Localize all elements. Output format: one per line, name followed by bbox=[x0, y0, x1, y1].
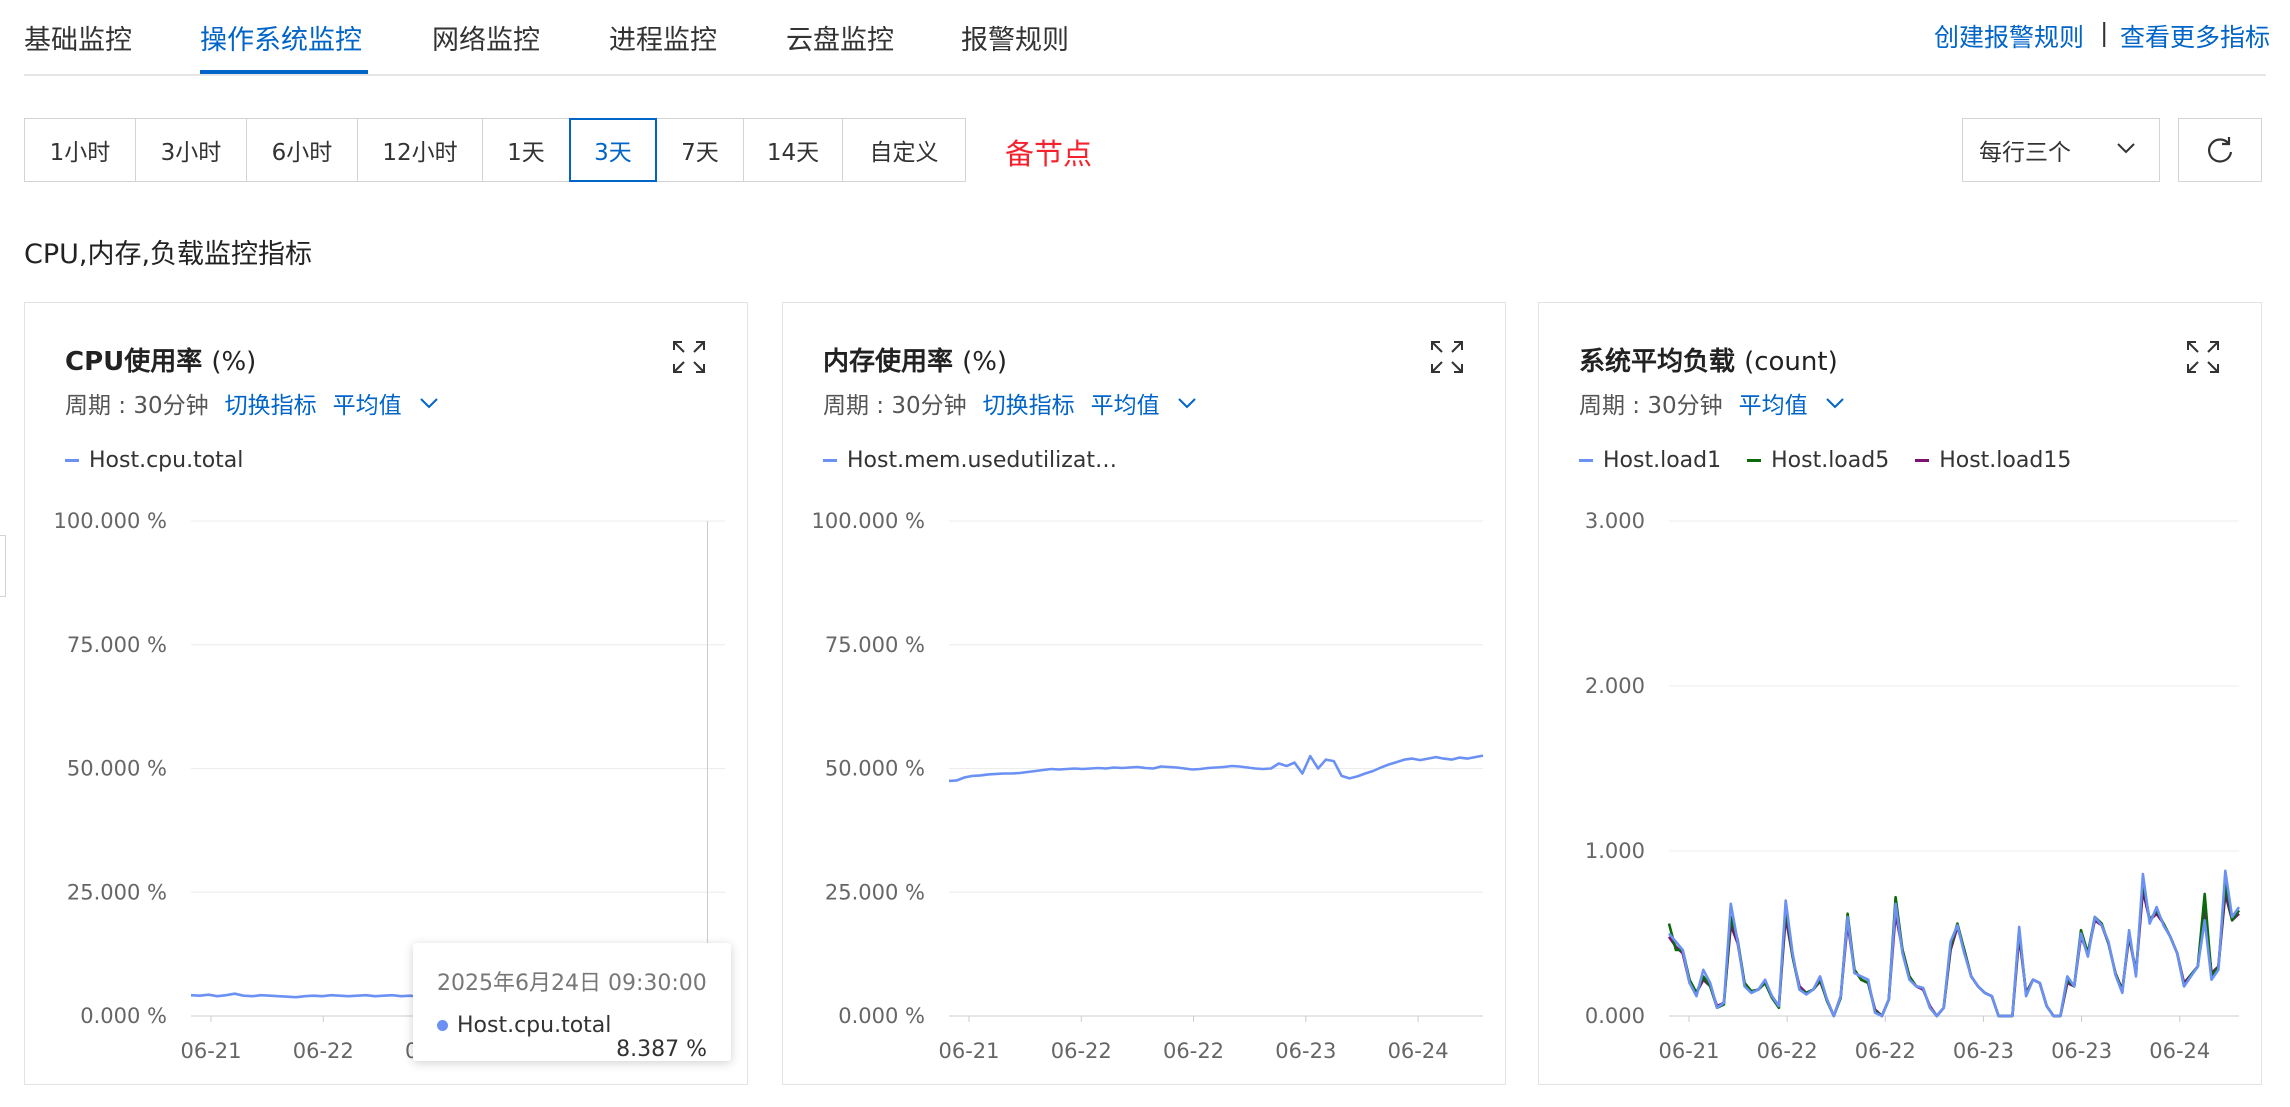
tab-basic-monitor[interactable]: 基础监控 bbox=[24, 18, 132, 57]
tab-network-monitor[interactable]: 网络监控 bbox=[432, 18, 540, 57]
range-3h[interactable]: 3小时 bbox=[135, 118, 247, 182]
chart-tooltip: 2025年6月24日 09:30:00 Host.cpu.total 8.387… bbox=[413, 943, 731, 1062]
tooltip-series: Host.cpu.total bbox=[437, 1013, 611, 1038]
y-tick-label: 75.000 % bbox=[67, 633, 167, 657]
x-tick-label: 06-21 bbox=[1658, 1039, 1719, 1063]
y-tick-label: 25.000 % bbox=[67, 880, 167, 904]
chevron-down-icon bbox=[2117, 143, 2135, 154]
y-tick-label: 100.000 % bbox=[54, 509, 167, 533]
range-custom[interactable]: 自定义 bbox=[842, 118, 966, 182]
tab-process-monitor[interactable]: 进程监控 bbox=[609, 18, 717, 57]
y-tick-label: 50.000 % bbox=[825, 757, 925, 781]
range-1d[interactable]: 1天 bbox=[482, 118, 570, 182]
section-title: CPU,内存,负载监控指标 bbox=[24, 239, 313, 270]
tab-os-monitor[interactable]: 操作系统监控 bbox=[200, 18, 362, 57]
series-line bbox=[1668, 869, 2241, 1018]
x-tick-label: 06-24 bbox=[1388, 1039, 1449, 1063]
y-tick-label: 50.000 % bbox=[67, 757, 167, 781]
tooltip-dot bbox=[437, 1020, 448, 1031]
active-tab-indicator bbox=[200, 70, 368, 74]
tooltip-value: 8.387 % bbox=[616, 1037, 707, 1062]
x-tick-label: 06-21 bbox=[938, 1039, 999, 1063]
y-tick-label: 0.000 % bbox=[838, 1004, 925, 1028]
cpu-usage-card: CPU使用率 (%) 周期 : 30分钟 切换指标 平均值 Host.cpu.t… bbox=[24, 302, 748, 1085]
tooltip-time: 2025年6月24日 09:30:00 bbox=[437, 971, 707, 996]
range-12h[interactable]: 12小时 bbox=[357, 118, 483, 182]
memory-usage-card: 内存使用率 (%) 周期 : 30分钟 切换指标 平均值 Host.mem.us… bbox=[782, 302, 1506, 1085]
x-tick-label: 06-23 bbox=[1275, 1039, 1336, 1063]
side-panel-handle[interactable] bbox=[0, 535, 6, 597]
y-tick-label: 1.000 bbox=[1585, 839, 1645, 863]
x-tick-label: 06-23 bbox=[1953, 1039, 2014, 1063]
y-tick-label: 100.000 % bbox=[812, 509, 925, 533]
refresh-icon bbox=[2208, 137, 2233, 163]
charts-per-row-select[interactable]: 每行三个 bbox=[1962, 118, 2160, 182]
x-tick-label: 06-21 bbox=[180, 1039, 241, 1063]
x-tick-label: 06-24 bbox=[2149, 1039, 2210, 1063]
range-7d[interactable]: 7天 bbox=[656, 118, 744, 182]
y-tick-label: 3.000 bbox=[1585, 509, 1645, 533]
range-1h[interactable]: 1小时 bbox=[24, 118, 136, 182]
more-metrics-link[interactable]: 查看更多指标 bbox=[2120, 18, 2270, 54]
y-tick-label: 2.000 bbox=[1585, 674, 1645, 698]
range-14d[interactable]: 14天 bbox=[743, 118, 843, 182]
x-tick-label: 06-22 bbox=[293, 1039, 354, 1063]
link-separator: | bbox=[2100, 18, 2109, 47]
x-tick-label: 06-22 bbox=[1163, 1039, 1224, 1063]
create-alert-link[interactable]: 创建报警规则 bbox=[1934, 18, 2084, 54]
range-6h[interactable]: 6小时 bbox=[246, 118, 358, 182]
y-tick-label: 75.000 % bbox=[825, 633, 925, 657]
tab-disk-monitor[interactable]: 云盘监控 bbox=[786, 18, 894, 57]
series-line bbox=[1667, 879, 2241, 1018]
monitor-tabs: 基础监控 操作系统监控 网络监控 进程监控 云盘监控 报警规则 创建报警规则 |… bbox=[24, 0, 2270, 76]
load-line-chart: 3.000 2.000 1.000 0.000 06-21 06-22 06-22 06-23… bbox=[1585, 509, 2241, 1063]
standby-node-label: 备节点 bbox=[1005, 137, 1093, 171]
range-3d[interactable]: 3天 bbox=[569, 118, 657, 182]
tooltip-series-name: Host.cpu.total bbox=[457, 1013, 612, 1038]
system-load-card: 系统平均负载 (count) 周期 : 30分钟 平均值 Host.load1 … bbox=[1538, 302, 2262, 1085]
y-tick-label: 25.000 % bbox=[825, 880, 925, 904]
y-tick-label: 0.000 % bbox=[80, 1004, 167, 1028]
x-tick-label: 06-22 bbox=[1757, 1039, 1818, 1063]
time-range-group: 1小时 3小时 6小时 12小时 1天 3天 7天 14天 自定义 bbox=[24, 118, 966, 182]
charts-per-row-value: 每行三个 bbox=[1979, 140, 2071, 166]
refresh-button[interactable] bbox=[2178, 118, 2262, 182]
series-line bbox=[1667, 889, 2240, 1018]
x-tick-label: 06-22 bbox=[1855, 1039, 1916, 1063]
y-tick-label: 0.000 bbox=[1585, 1004, 1645, 1028]
x-tick-label: 06-22 bbox=[1051, 1039, 1112, 1063]
x-tick-label: 06-23 bbox=[2051, 1039, 2112, 1063]
tab-alert-rules[interactable]: 报警规则 bbox=[961, 18, 1069, 57]
memory-line-chart: 100.000 % 75.000 % 50.000 % 25.000 % 0.000 %… bbox=[812, 509, 1484, 1063]
